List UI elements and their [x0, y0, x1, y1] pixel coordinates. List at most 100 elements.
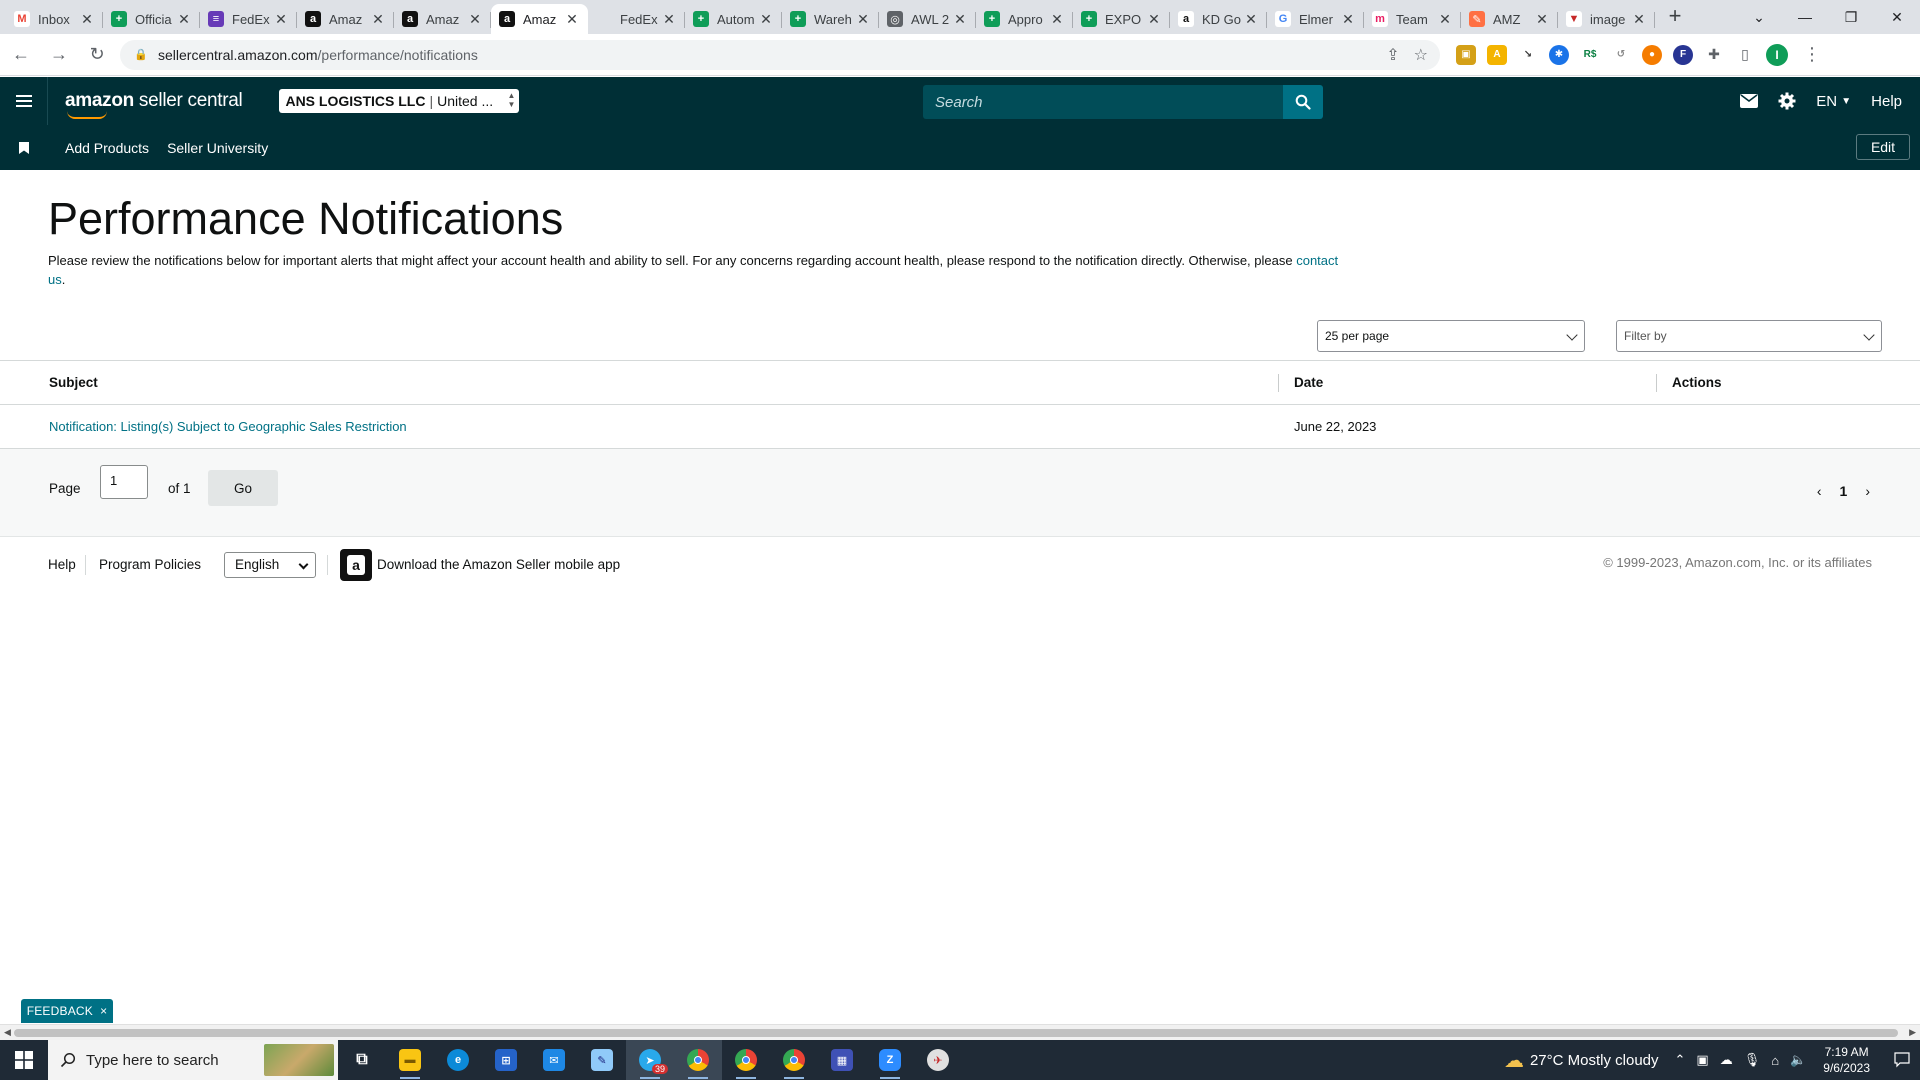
notepad-icon[interactable]: ✎	[578, 1040, 626, 1080]
chrome-icon[interactable]	[722, 1040, 770, 1080]
minimize-icon[interactable]: —	[1782, 0, 1828, 34]
tab-close-icon[interactable]: ✕	[1146, 11, 1162, 27]
taskbar-search-box[interactable]: Type here to search	[48, 1040, 338, 1080]
menu-kebab-icon[interactable]: ⋮	[1803, 44, 1821, 65]
app-icon[interactable]: ✈	[914, 1040, 962, 1080]
per-page-select[interactable]: 25 per page	[1317, 320, 1585, 352]
notification-subject-link[interactable]: Notification: Listing(s) Subject to Geog…	[49, 419, 407, 434]
browser-tab[interactable]: + Autom ✕	[685, 4, 782, 34]
browser-tab[interactable]: M Inbox ✕	[6, 4, 103, 34]
profile-avatar[interactable]: I	[1766, 43, 1788, 66]
tab-close-icon[interactable]: ✕	[1340, 11, 1356, 27]
taskbar-clock[interactable]: 7:19 AM 9/6/2023	[1823, 1044, 1870, 1076]
task-view-icon[interactable]: ⧉	[338, 1040, 386, 1080]
filter-select[interactable]: Filter by	[1616, 320, 1882, 352]
address-bar[interactable]: 🔒 sellercentral.amazon.com/performance/n…	[120, 39, 1440, 70]
nav-link-add-products[interactable]: Add Products	[65, 140, 149, 156]
footer-help-link[interactable]: Help	[48, 557, 76, 572]
nav-link-seller-university[interactable]: Seller University	[167, 140, 268, 156]
browser-tab[interactable]: + EXPO ✕	[1073, 4, 1170, 34]
scrollbar-thumb[interactable]	[14, 1029, 1898, 1037]
footer-language-select[interactable]: English	[224, 552, 316, 578]
windows-start-icon[interactable]	[0, 1040, 48, 1080]
tab-close-icon[interactable]: ✕	[564, 11, 580, 27]
puzzle-icon[interactable]: ✚	[1704, 45, 1724, 65]
browser-tab[interactable]: a Amaz ✕	[297, 4, 394, 34]
page-link-1[interactable]: 1	[1840, 483, 1848, 499]
tab-close-icon[interactable]: ✕	[758, 11, 774, 27]
tab-close-icon[interactable]: ✕	[370, 11, 386, 27]
extension-icon[interactable]: A	[1487, 44, 1507, 65]
tab-close-icon[interactable]: ✕	[1049, 11, 1065, 27]
mail-icon[interactable]: ✉	[530, 1040, 578, 1080]
chrome-icon[interactable]	[674, 1040, 722, 1080]
tab-close-icon[interactable]: ✕	[176, 11, 192, 27]
chevron-up-icon[interactable]: ⌃	[1675, 1052, 1686, 1068]
hamburger-menu-icon[interactable]	[0, 77, 48, 125]
footer-program-policies-link[interactable]: Program Policies	[99, 557, 201, 572]
browser-tab[interactable]: ▼ image ✕	[1558, 4, 1655, 34]
settings-gear-icon[interactable]	[1778, 92, 1796, 110]
browser-tab[interactable]: a Amaz ✕	[394, 4, 491, 34]
page-number-input[interactable]: 1	[100, 465, 148, 499]
chevron-left-icon[interactable]: ‹	[1817, 483, 1822, 499]
search-button[interactable]	[1283, 85, 1323, 119]
feedback-button[interactable]: FEEDBACK ×	[21, 999, 113, 1023]
extension-icon[interactable]: F	[1673, 44, 1693, 65]
share-icon[interactable]: ⇪	[1386, 45, 1399, 65]
go-button[interactable]: Go	[208, 470, 278, 506]
tab-close-icon[interactable]: ✕	[1243, 11, 1259, 27]
extension-icon[interactable]: ↘	[1518, 45, 1538, 65]
close-window-icon[interactable]: ✕	[1874, 0, 1920, 34]
browser-tab[interactable]: ✎ AMZ ✕	[1461, 4, 1558, 34]
bookmark-icon[interactable]	[19, 141, 29, 154]
tab-search-icon[interactable]: ⌄	[1736, 0, 1782, 34]
network-icon[interactable]: ⌂	[1771, 1053, 1779, 1068]
browser-tab[interactable]: a KD Go ✕	[1170, 4, 1267, 34]
tab-close-icon[interactable]: ✕	[467, 11, 483, 27]
tab-close-icon[interactable]: ✕	[855, 11, 871, 27]
edit-bookmarks-button[interactable]: Edit	[1856, 134, 1910, 160]
tab-close-icon[interactable]: ✕	[1534, 11, 1550, 27]
horizontal-scrollbar[interactable]: ◀ ▶	[0, 1024, 1920, 1040]
weather-widget[interactable]: ☁ 27°C Mostly cloudy	[1504, 1048, 1659, 1073]
notification-center-icon[interactable]	[1884, 1040, 1920, 1080]
chrome-icon[interactable]	[770, 1040, 818, 1080]
search-input[interactable]: Search	[923, 85, 1283, 119]
file-explorer-icon[interactable]: ▬	[386, 1040, 434, 1080]
tab-close-icon[interactable]: ✕	[952, 11, 968, 27]
volume-icon[interactable]: 🔈	[1790, 1052, 1806, 1068]
account-switcher[interactable]: ANS LOGISTICS LLC | United ... ▲ ▼	[279, 89, 520, 113]
extension-icon[interactable]: ✱	[1549, 44, 1569, 65]
extension-icon[interactable]: ●	[1642, 44, 1662, 65]
language-selector[interactable]: EN ▼	[1816, 93, 1851, 110]
microphone-icon[interactable]: 🎙	[1744, 1052, 1761, 1068]
restore-icon[interactable]: ❐	[1828, 0, 1874, 34]
amazon-seller-app-icon[interactable]: a	[340, 549, 372, 581]
browser-tab[interactable]: ≡ FedEx ✕	[200, 4, 297, 34]
seller-central-logo[interactable]: amazon seller central	[65, 90, 243, 119]
onedrive-cloud-icon[interactable]: ☁	[1720, 1052, 1733, 1068]
zoom-icon[interactable]: Z	[866, 1040, 914, 1080]
chevron-right-icon[interactable]: ›	[1865, 483, 1870, 499]
device-icon[interactable]: ▣	[1696, 1052, 1708, 1068]
browser-tab[interactable]: a Amaz ✕	[491, 4, 588, 34]
back-icon[interactable]: ←	[4, 38, 38, 72]
reload-icon[interactable]: ↻	[80, 38, 114, 72]
extension-icon[interactable]: ▣	[1456, 44, 1476, 65]
browser-tab[interactable]: FedEx ✕	[588, 4, 685, 34]
browser-tab[interactable]: ◎ AWL 2 ✕	[879, 4, 976, 34]
side-panel-icon[interactable]: ▯	[1735, 45, 1755, 65]
browser-tab[interactable]: G Elmer ✕	[1267, 4, 1364, 34]
tab-close-icon[interactable]: ✕	[79, 11, 95, 27]
extension-icon[interactable]: R$	[1580, 45, 1600, 65]
close-icon[interactable]: ×	[100, 1004, 107, 1018]
download-app-link[interactable]: Download the Amazon Seller mobile app	[377, 557, 620, 572]
calculator-icon[interactable]: ▦	[818, 1040, 866, 1080]
scroll-left-icon[interactable]: ◀	[4, 1027, 11, 1038]
help-link[interactable]: Help	[1871, 93, 1902, 110]
tab-close-icon[interactable]: ✕	[661, 11, 677, 27]
telegram-icon[interactable]: ➤ 39	[626, 1040, 674, 1080]
tab-close-icon[interactable]: ✕	[1631, 11, 1647, 27]
tab-close-icon[interactable]: ✕	[1437, 11, 1453, 27]
